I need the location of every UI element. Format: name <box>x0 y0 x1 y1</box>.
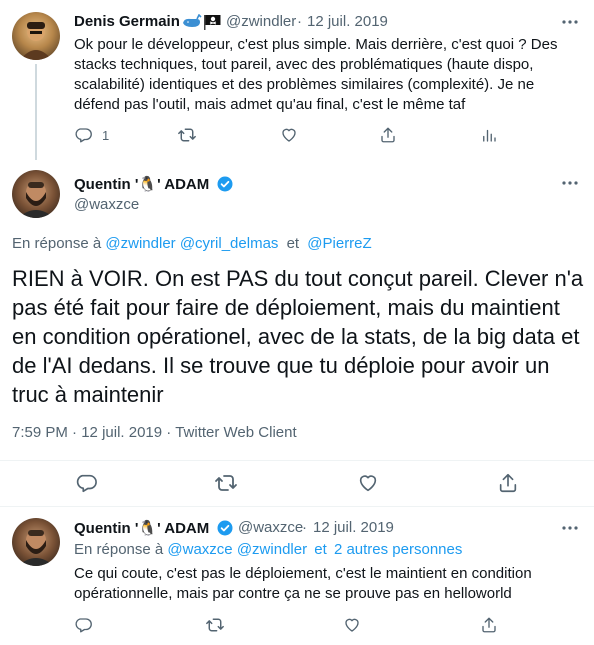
pirate-flag-icon <box>203 14 221 30</box>
analytics-button[interactable] <box>480 126 498 144</box>
like-icon <box>280 126 298 144</box>
separator-dot: · <box>302 519 307 536</box>
separator-dot: · <box>297 13 302 30</box>
retweet-icon <box>205 616 225 634</box>
avatar[interactable] <box>12 170 60 218</box>
mention-link[interactable]: @waxzce <box>167 541 232 558</box>
share-icon <box>379 126 397 144</box>
share-button[interactable] <box>480 616 498 634</box>
tweet-text: RIEN à VOIR. On est PAS du tout conçut p… <box>12 266 584 407</box>
mention-link[interactable]: @cyril_delmas <box>180 235 279 252</box>
author-handle[interactable]: @zwindler <box>226 13 296 30</box>
tweet-meta: 7:59 PM · 12 juil. 2019 · Twitter Web Cl… <box>12 424 297 441</box>
share-button[interactable] <box>497 472 519 494</box>
mention-link[interactable]: @PierreZ <box>307 235 371 252</box>
separator-dot: · <box>166 424 172 441</box>
tweet-date[interactable]: 12 juil. 2019 <box>81 424 162 441</box>
reply-and[interactable]: et <box>314 541 327 558</box>
tweet-date[interactable]: 12 juil. 2019 <box>307 13 388 30</box>
reply-button[interactable]: 1 <box>74 126 109 144</box>
more-icon[interactable] <box>560 12 580 32</box>
reply-prefix: En réponse à <box>12 235 102 252</box>
avatar[interactable] <box>12 518 60 566</box>
more-icon[interactable] <box>560 518 580 538</box>
share-button[interactable] <box>379 126 397 144</box>
reply-prefix: En réponse à <box>74 541 164 558</box>
reply-icon <box>75 472 97 494</box>
mention-link[interactable]: @zwindler <box>237 541 307 558</box>
divider <box>0 506 594 507</box>
reply-button[interactable] <box>74 616 92 634</box>
author-handle[interactable]: @waxzce <box>238 519 303 536</box>
share-icon <box>480 616 498 634</box>
reply-and: et <box>286 235 300 252</box>
whale-icon <box>182 13 202 30</box>
reply-count: 1 <box>102 127 110 143</box>
divider <box>0 460 594 461</box>
verified-icon <box>216 175 234 198</box>
tweet-text: Ce qui coute, c'est pas le déploiement, … <box>74 565 532 602</box>
retweet-button[interactable] <box>177 126 197 144</box>
verified-icon <box>216 519 234 542</box>
avatar[interactable] <box>12 12 60 60</box>
retweet-button[interactable] <box>214 472 238 494</box>
analytics-icon <box>480 126 498 144</box>
author-name[interactable]: Quentin '🐧' ADAM <box>74 519 209 537</box>
like-button[interactable] <box>280 126 298 144</box>
like-icon <box>357 472 379 494</box>
thread-connector <box>35 64 37 160</box>
like-icon <box>343 616 361 634</box>
share-icon <box>497 472 519 494</box>
tweet-text: Ok pour le développeur, c'est plus simpl… <box>74 36 558 113</box>
author-name[interactable]: Quentin '🐧' ADAM <box>74 175 209 193</box>
author-name[interactable]: Denis Germain <box>74 13 180 30</box>
retweet-button[interactable] <box>205 616 225 634</box>
reply-button[interactable] <box>75 472 97 494</box>
tweet-date[interactable]: 12 juil. 2019 <box>313 519 394 536</box>
reply-context: En réponse à @waxzce @zwindler et 2 autr… <box>74 541 462 558</box>
reply-context: En réponse à @zwindler @cyril_delmas et … <box>12 235 372 252</box>
mention-link[interactable]: 2 autres personnes <box>334 541 462 558</box>
separator-dot: · <box>72 424 78 441</box>
mention-link[interactable]: @zwindler <box>105 235 175 252</box>
like-button[interactable] <box>357 472 379 494</box>
retweet-icon <box>177 126 197 144</box>
more-icon[interactable] <box>560 173 580 193</box>
retweet-icon <box>214 472 238 494</box>
tweet-time[interactable]: 7:59 PM <box>12 424 68 441</box>
reply-icon <box>74 616 92 634</box>
reply-icon <box>74 126 92 144</box>
tweet-client[interactable]: Twitter Web Client <box>175 424 296 441</box>
like-button[interactable] <box>343 616 361 634</box>
author-handle[interactable]: @waxzce <box>74 196 139 213</box>
